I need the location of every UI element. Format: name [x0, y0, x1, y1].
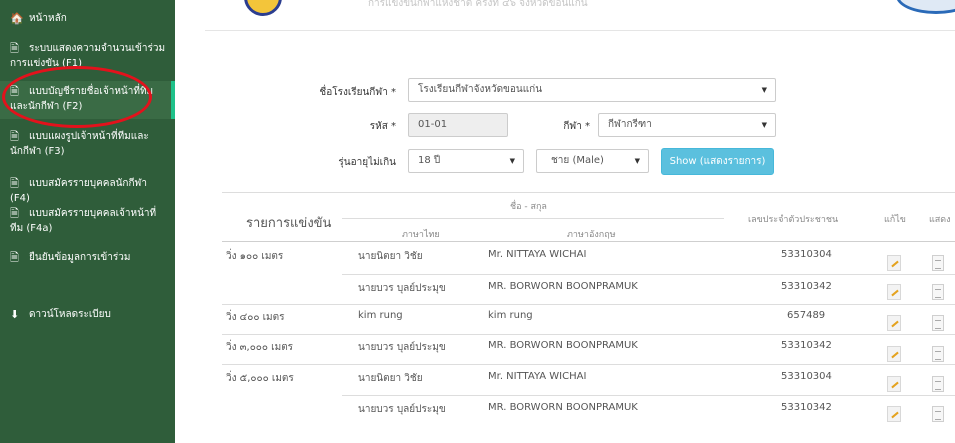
edit-header: แก้ไข — [884, 215, 906, 225]
sidebar-item-home[interactable]: 🏠 หน้าหลัก — [0, 11, 175, 31]
gender-select-value: ชาย (Male) — [551, 155, 604, 166]
document-icon: 🗎 — [10, 207, 19, 220]
row-divider — [222, 334, 955, 335]
table-title: รายการแข่งขัน — [246, 216, 332, 231]
thai-name-cell: นายบวร บุลย์ประมุข — [358, 404, 446, 415]
code-field-value: 01-01 — [418, 119, 448, 130]
view-icon[interactable] — [932, 315, 944, 331]
thai-name-cell: kim rung — [358, 310, 403, 321]
sidebar-item-label: หน้าหลัก — [29, 13, 67, 24]
id-cell: 53310342 — [781, 281, 832, 292]
edit-icon[interactable] — [887, 346, 901, 362]
english-header: ภาษาอังกฤษ — [567, 230, 616, 240]
view-icon[interactable] — [932, 406, 944, 422]
id-header: เลขประจำตัวประชาชน — [748, 215, 839, 225]
school-select[interactable]: โรงเรียนกีฬาจังหวัดขอนแก่น ▼ — [408, 78, 776, 102]
sidebar-item-label: ระบบแสดงความจำนวนเข้าร่วมการแข่งขัน (F1) — [10, 43, 166, 69]
sidebar-item-f4[interactable]: 🗎 แบบสมัครรายบุคคลนักกีฬา (F4) — [0, 176, 175, 204]
sidebar-item-confirm[interactable]: 🗎 ยืนยันข้อมูลการเข้าร่วม — [0, 250, 175, 268]
table-top-border — [222, 192, 955, 193]
gender-select[interactable]: ชาย (Male) ▼ — [536, 149, 649, 173]
english-name-cell: MR. BORWORN BOONPRAMUK — [488, 281, 638, 292]
sidebar-item-label: แบบสมัครรายบุคคลนักกีฬา (F4) — [10, 178, 147, 204]
age-label: รุ่นอายุไม่เกิน — [338, 157, 396, 168]
sidebar-item-label: ยืนยันข้อมูลการเข้าร่วม — [29, 252, 131, 263]
sport-select[interactable]: กีฬากรีฑา ▼ — [598, 113, 776, 137]
id-cell: 53310304 — [781, 249, 832, 260]
id-cell: 657489 — [787, 310, 826, 321]
edit-icon[interactable] — [887, 406, 901, 422]
row-divider — [342, 274, 955, 275]
view-header: แสดง — [929, 215, 951, 225]
download-icon: ⬇ — [10, 308, 20, 321]
document-icon: 🗎 — [10, 130, 19, 143]
sport-select-value: กีฬากรีฑา — [608, 119, 652, 130]
row-divider — [342, 395, 955, 396]
id-cell: 53310342 — [781, 402, 832, 413]
edit-icon[interactable] — [887, 376, 901, 392]
sidebar-item-f1[interactable]: 🗎 ระบบแสดงความจำนวนเข้าร่วมการแข่งขัน (F1… — [0, 41, 175, 75]
document-icon: 🗎 — [10, 42, 19, 55]
active-indicator — [171, 81, 175, 119]
home-icon: 🏠 — [10, 12, 24, 25]
header-subtitle: การแข่งขันกีฬาแห่งชาติ ครั้งที่ ๔๖ จังหว… — [368, 0, 588, 9]
sidebar-item-label: แบบบัญชีรายชื่อเจ้าหน้าที่ทีมและนักกีฬา … — [10, 86, 154, 112]
header-bottom-border — [222, 241, 955, 242]
english-name-cell: Mr. NITTAYA WICHAI — [488, 371, 587, 382]
event-cell: วิ่ง ๓,๐๐๐ เมตร — [226, 342, 294, 353]
sidebar-item-f4a[interactable]: 🗎 แบบสมัครรายบุคคลเจ้าหน้าที่ทีม (F4a) — [0, 206, 175, 240]
sidebar-item-f3[interactable]: 🗎 แบบแผงรูปเจ้าหน้าที่ทีมและนักกีฬา (F3) — [0, 129, 175, 163]
english-name-cell: MR. BORWORN BOONPRAMUK — [488, 340, 638, 351]
row-divider — [222, 364, 955, 365]
name-header-divider — [342, 218, 724, 219]
row-divider — [222, 304, 955, 305]
thai-header: ภาษาไทย — [402, 230, 440, 240]
sidebar-item-label: แบบสมัครรายบุคคลเจ้าหน้าที่ทีม (F4a) — [10, 208, 157, 234]
id-cell: 53310304 — [781, 371, 832, 382]
chevron-down-icon: ▼ — [761, 121, 767, 129]
header-divider — [205, 30, 955, 31]
view-icon[interactable] — [932, 346, 944, 362]
thai-name-cell: นายบวร บุลย์ประมุข — [358, 342, 446, 353]
view-icon[interactable] — [932, 255, 944, 271]
sidebar-item-label: แบบแผงรูปเจ้าหน้าที่ทีมและนักกีฬา (F3) — [10, 131, 149, 157]
event-cell: วิ่ง ๕,๐๐๐ เมตร — [226, 373, 294, 384]
event-cell: วิ่ง ๑๐๐ เมตร — [226, 251, 284, 262]
thai-name-cell: นายนิตยา วิชัย — [358, 251, 423, 262]
document-icon: 🗎 — [10, 85, 19, 98]
left-logo — [244, 0, 282, 16]
right-logo — [896, 0, 955, 14]
sidebar: 🏠 หน้าหลัก 🗎 ระบบแสดงความจำนวนเข้าร่วมการแ… — [0, 0, 175, 443]
age-select-value: 18 ปี — [418, 155, 441, 166]
document-icon: 🗎 — [10, 177, 19, 190]
code-field[interactable]: 01-01 — [408, 113, 508, 137]
sidebar-item-label: ดาวน์โหลดระเบียบ — [29, 309, 111, 320]
view-icon[interactable] — [932, 376, 944, 392]
view-icon[interactable] — [932, 284, 944, 300]
name-header: ชื่อ - สกุล — [510, 202, 547, 212]
chevron-down-icon: ▼ — [761, 86, 767, 94]
edit-icon[interactable] — [887, 255, 901, 271]
sport-label: กีฬา * — [563, 121, 590, 132]
document-icon: 🗎 — [10, 251, 19, 264]
chevron-down-icon: ▼ — [634, 157, 640, 165]
age-select[interactable]: 18 ปี ▼ — [408, 149, 524, 173]
english-name-cell: MR. BORWORN BOONPRAMUK — [488, 402, 638, 413]
sidebar-item-f2[interactable]: 🗎 แบบบัญชีรายชื่อเจ้าหน้าที่ทีมและนักกีฬา… — [0, 81, 175, 119]
thai-name-cell: นายบวร บุลย์ประมุข — [358, 283, 446, 294]
thai-name-cell: นายนิตยา วิชัย — [358, 373, 423, 384]
english-name-cell: kim rung — [488, 310, 533, 321]
edit-icon[interactable] — [887, 315, 901, 331]
edit-icon[interactable] — [887, 284, 901, 300]
id-cell: 53310342 — [781, 340, 832, 351]
show-button[interactable]: Show (แสดงรายการ) — [661, 148, 774, 175]
school-label: ชื่อโรงเรียนกีฬา * — [319, 87, 396, 98]
code-label: รหัส * — [369, 121, 396, 132]
english-name-cell: Mr. NITTAYA WICHAI — [488, 249, 587, 260]
chevron-down-icon: ▼ — [509, 157, 515, 165]
event-cell: วิ่ง ๔๐๐ เมตร — [226, 312, 285, 323]
school-select-value: โรงเรียนกีฬาจังหวัดขอนแก่น — [418, 84, 543, 95]
sidebar-item-download[interactable]: ⬇ ดาวน์โหลดระเบียบ — [0, 307, 175, 325]
